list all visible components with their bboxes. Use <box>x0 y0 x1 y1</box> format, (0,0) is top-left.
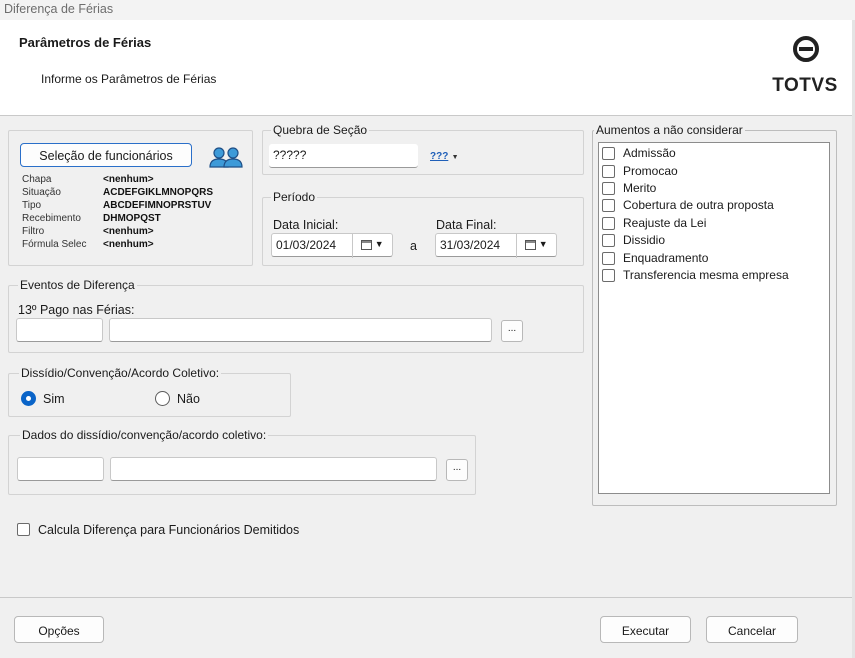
dissidio-option-nao[interactable]: Não <box>155 390 235 408</box>
list-item-label: Merito <box>623 181 657 195</box>
eventos-code-input[interactable] <box>16 318 103 342</box>
totvs-logo-icon <box>793 36 819 62</box>
info-label: Filtro <box>22 226 45 237</box>
eventos-field-label: 13º Pago nas Férias: <box>18 303 135 317</box>
list-item-label: Promocao <box>623 164 678 178</box>
list-item[interactable]: Transferencia mesma empresa <box>600 267 828 285</box>
options-button[interactable]: Opções <box>14 616 104 643</box>
list-item-label: Admissão <box>623 146 676 160</box>
radio-sim[interactable] <box>21 391 36 406</box>
dissidio-option-sim[interactable]: Sim <box>21 390 101 408</box>
quebra-picker-button[interactable]: ??? ▼ <box>430 148 460 164</box>
users-icon[interactable] <box>208 146 244 168</box>
list-item-checkbox[interactable] <box>602 182 615 195</box>
page-title: Parâmetros de Férias <box>19 35 152 50</box>
footer: Opções Executar Cancelar <box>0 597 855 658</box>
info-label: Recebimento <box>22 213 81 224</box>
chevron-down-icon: ▼ <box>538 239 548 249</box>
select-employees-button[interactable]: Seleção de funcionários <box>20 143 192 167</box>
header: Parâmetros de Férias Informe os Parâmetr… <box>0 20 855 116</box>
info-value: <nenhum> <box>103 239 154 250</box>
calendar-icon <box>361 239 373 250</box>
window-title: Diferença de Férias <box>0 0 855 20</box>
end-date-value: 31/03/2024 <box>440 238 501 252</box>
info-label: Situação <box>22 187 61 198</box>
logo-text: TOTVS <box>772 75 838 96</box>
aumentos-list[interactable]: Admissão Promocao Merito Cobertura de ou… <box>598 142 830 494</box>
page-subtitle: Informe os Parâmetros de Férias <box>41 72 217 86</box>
list-item-checkbox[interactable] <box>602 199 615 212</box>
eventos-legend: Eventos de Diferença <box>18 278 137 292</box>
list-item-label: Dissidio <box>623 233 666 247</box>
list-item-checkbox[interactable] <box>602 252 615 265</box>
chevron-down-icon: ▼ <box>451 154 459 161</box>
eventos-description-input[interactable] <box>109 318 492 342</box>
end-date-picker[interactable]: ▼ <box>516 234 556 258</box>
dados-dissidio-description-input[interactable] <box>110 457 437 481</box>
list-item-checkbox[interactable] <box>602 147 615 160</box>
radio-nao[interactable] <box>155 391 170 406</box>
dados-dissidio-code-input[interactable] <box>17 457 104 481</box>
list-item[interactable]: Enquadramento <box>600 250 828 268</box>
list-item-label: Reajuste da Lei <box>623 216 707 230</box>
list-item-checkbox[interactable] <box>602 165 615 178</box>
list-item[interactable]: Cobertura de outra proposta <box>600 197 828 215</box>
info-value: DHMOPQST <box>103 213 161 224</box>
date-separator: a <box>410 239 417 253</box>
calendar-icon <box>525 239 537 250</box>
totvs-logo: TOTVS <box>772 35 842 97</box>
start-date-label: Data Inicial: <box>273 218 339 232</box>
dissidio-legend: Dissídio/Convenção/Acordo Coletivo: <box>19 366 222 380</box>
info-value: ABCDEFIMNOPRSTUV <box>103 200 212 211</box>
list-item-checkbox[interactable] <box>602 217 615 230</box>
list-item[interactable]: Reajuste da Lei <box>600 215 828 233</box>
dissidio-option-label: Não <box>177 392 200 406</box>
list-item[interactable]: Merito <box>600 180 828 198</box>
info-value: <nenhum> <box>103 226 154 237</box>
list-item-label: Enquadramento <box>623 251 709 265</box>
list-item-checkbox[interactable] <box>602 234 615 247</box>
dados-dissidio-browse-button[interactable]: ... <box>446 459 468 481</box>
chevron-down-icon: ▼ <box>374 239 384 249</box>
periodo-legend: Período <box>271 190 318 204</box>
demitidos-checkbox[interactable] <box>17 523 30 536</box>
demitidos-label: Calcula Diferença para Funcionários Demi… <box>38 523 300 537</box>
execute-button[interactable]: Executar <box>600 616 691 643</box>
list-item[interactable]: Dissidio <box>600 232 828 250</box>
start-date-value: 01/03/2024 <box>276 238 337 252</box>
quebra-picker-label: ??? <box>430 151 449 162</box>
quebra-legend: Quebra de Seção <box>271 123 370 137</box>
cancel-button[interactable]: Cancelar <box>706 616 798 643</box>
end-date-label: Data Final: <box>436 218 497 232</box>
quebra-input[interactable]: ????? <box>269 144 418 168</box>
list-item-label: Transferencia mesma empresa <box>623 268 789 282</box>
info-value: <nenhum> <box>103 174 154 185</box>
list-item[interactable]: Promocao <box>600 163 828 181</box>
eventos-browse-button[interactable]: ... <box>501 320 523 342</box>
dados-dissidio-legend: Dados do dissídio/convenção/acordo colet… <box>20 428 269 442</box>
info-label: Chapa <box>22 174 52 185</box>
info-label: Tipo <box>22 200 42 211</box>
dissidio-option-label: Sim <box>43 392 65 406</box>
demitidos-checkbox-row[interactable]: Calcula Diferença para Funcionários Demi… <box>17 521 337 539</box>
list-item-checkbox[interactable] <box>602 269 615 282</box>
list-item-label: Cobertura de outra proposta <box>623 198 774 212</box>
start-date-input[interactable]: 01/03/2024 ▼ <box>271 233 393 258</box>
list-item[interactable]: Admissão <box>600 145 828 163</box>
end-date-input[interactable]: 31/03/2024 ▼ <box>435 233 557 258</box>
start-date-picker[interactable]: ▼ <box>352 234 392 258</box>
info-label: Fórmula Selec <box>22 239 87 250</box>
aumentos-legend: Aumentos a não considerar <box>594 123 745 137</box>
info-value: ACDEFGIKLMNOPQRS <box>103 187 213 198</box>
